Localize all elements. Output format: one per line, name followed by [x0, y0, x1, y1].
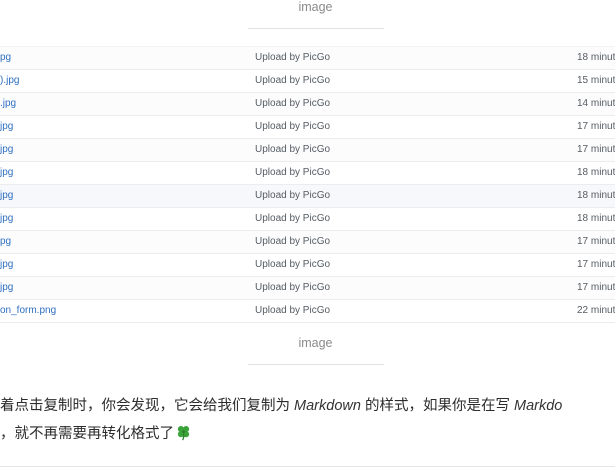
- commit-message-link[interactable]: Upload by PicGo: [255, 259, 330, 270]
- table-row[interactable]: pg Upload by PicGo 17 minut: [0, 231, 615, 254]
- table-row[interactable]: .jpg Upload by PicGo 14 minut: [0, 93, 615, 116]
- paragraph-text: 的样式，如果你是在写: [360, 398, 514, 414]
- file-name-link[interactable]: jpg: [0, 144, 13, 155]
- paragraph-line-2: ，就不再需要再转化格式了: [0, 420, 615, 451]
- table-row[interactable]: jpg Upload by PicGo 17 minut: [0, 254, 615, 277]
- table-row[interactable]: jpg Upload by PicGo 17 minut: [0, 139, 615, 162]
- commit-message-link[interactable]: Upload by PicGo: [255, 190, 330, 201]
- commit-age: 22 minut: [577, 305, 615, 316]
- table-row[interactable]: jpg Upload by PicGo 18 minut: [0, 185, 615, 208]
- four-leaf-clover-icon: [175, 423, 192, 451]
- image-caption-top: image: [298, 0, 333, 14]
- caption-underline-bottom: [248, 364, 384, 365]
- commit-message-link[interactable]: Upload by PicGo: [255, 98, 330, 109]
- table-row[interactable]: on_form.png Upload by PicGo 22 minut: [0, 300, 615, 323]
- commit-message-link[interactable]: Upload by PicGo: [255, 305, 330, 316]
- file-name-link[interactable]: jpg: [0, 121, 13, 132]
- commit-message-link[interactable]: Upload by PicGo: [255, 213, 330, 224]
- bottom-divider: [0, 466, 615, 467]
- table-row[interactable]: jpg Upload by PicGo 17 minut: [0, 277, 615, 300]
- file-name-link[interactable]: jpg: [0, 282, 13, 293]
- commit-age: 17 minut: [577, 236, 615, 247]
- file-list-table: pg Upload by PicGo 18 minut ).jpg Upload by …: [0, 46, 615, 323]
- table-row[interactable]: jpg Upload by PicGo 18 minut: [0, 162, 615, 185]
- table-row[interactable]: pg Upload by PicGo 18 minut: [0, 46, 615, 70]
- commit-message-link[interactable]: Upload by PicGo: [255, 52, 330, 63]
- file-name-link[interactable]: pg: [0, 236, 11, 247]
- table-row[interactable]: jpg Upload by PicGo 17 minut: [0, 116, 615, 139]
- commit-age: 18 minut: [577, 190, 615, 201]
- commit-age: 17 minut: [577, 121, 615, 132]
- paragraph-text: 着点击复制时，你会发现，它会给我们复制为: [0, 398, 295, 414]
- commit-age: 18 minut: [577, 167, 615, 178]
- commit-age: 15 minut: [577, 75, 615, 86]
- commit-age: 18 minut: [577, 213, 615, 224]
- file-name-link[interactable]: pg: [0, 52, 11, 63]
- paragraph-text: ，就不再需要再转化格式了: [0, 426, 174, 442]
- table-row[interactable]: ).jpg Upload by PicGo 15 minut: [0, 70, 615, 93]
- commit-age: 17 minut: [577, 282, 615, 293]
- commit-age: 17 minut: [577, 144, 615, 155]
- commit-age: 14 minut: [577, 98, 615, 109]
- commit-message-link[interactable]: Upload by PicGo: [255, 121, 330, 132]
- commit-message-link[interactable]: Upload by PicGo: [255, 144, 330, 155]
- emphasis-markdown: Markdown: [294, 398, 361, 414]
- commit-age: 18 minut: [577, 52, 615, 63]
- caption-underline-top: [248, 28, 384, 29]
- commit-message-link[interactable]: Upload by PicGo: [255, 282, 330, 293]
- paragraph-line-1: 着点击复制时，你会发现，它会给我们复制为 Markdown 的样式，如果你是在写…: [0, 392, 615, 420]
- commit-message-link[interactable]: Upload by PicGo: [255, 167, 330, 178]
- page: image pg Upload by PicGo 18 minut ).jpg Uplo…: [0, 0, 615, 471]
- file-name-link[interactable]: on_form.png: [0, 305, 56, 316]
- commit-age: 17 minut: [577, 259, 615, 270]
- file-name-link[interactable]: ).jpg: [0, 75, 19, 86]
- file-name-link[interactable]: jpg: [0, 213, 13, 224]
- emphasis-markdown-cut: Markdo: [513, 398, 563, 414]
- commit-message-link[interactable]: Upload by PicGo: [255, 75, 330, 86]
- image-caption-bottom: image: [298, 336, 333, 350]
- commit-message-link[interactable]: Upload by PicGo: [255, 236, 330, 247]
- file-name-link[interactable]: jpg: [0, 167, 13, 178]
- body-paragraph: 着点击复制时，你会发现，它会给我们复制为 Markdown 的样式，如果你是在写…: [0, 392, 615, 451]
- file-name-link[interactable]: jpg: [0, 259, 13, 270]
- file-name-link[interactable]: jpg: [0, 190, 13, 201]
- file-name-link[interactable]: .jpg: [0, 98, 16, 109]
- table-row[interactable]: jpg Upload by PicGo 18 minut: [0, 208, 615, 231]
